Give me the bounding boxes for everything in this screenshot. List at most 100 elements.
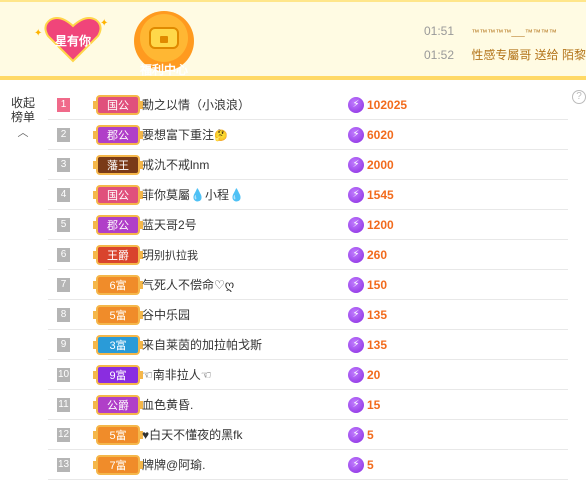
user-name[interactable]: 谷中乐园 <box>142 300 190 330</box>
user-name[interactable]: 菲你莫屬💧小程💧 <box>142 180 244 210</box>
star-badge[interactable]: 星有你 ✦ ✦ <box>34 14 108 64</box>
ranking-row[interactable]: 10 9富 ☜南非拉人☜ ⚡ 20 <box>48 360 568 390</box>
ranking-label: 榜单 <box>10 110 35 124</box>
lightning-icon: ⚡ <box>348 427 364 443</box>
ranking-row[interactable]: 7 6富 气死人不偿命♡ღ ⚡ 150 <box>48 270 568 300</box>
ranking-row[interactable]: 2 郡公 要想富下重注🤔 ⚡ 6020 <box>48 120 568 150</box>
lightning-icon: ⚡ <box>348 307 364 323</box>
rank-number: 13 <box>57 458 70 472</box>
lightning-icon: ⚡ <box>348 217 364 233</box>
user-name[interactable]: 血色黄昏. <box>142 390 193 420</box>
rank-number: 4 <box>57 188 70 202</box>
contribution-score: 15 <box>367 398 381 412</box>
message-time: 01:51 <box>424 24 455 38</box>
collapse-ranking-button[interactable]: 收起 榜单 ︿ <box>10 96 36 140</box>
user-name-text: ☜南非拉人☜ <box>142 368 212 382</box>
star-badge-label: 星有你 <box>54 34 91 48</box>
contribution-score: 5 <box>367 458 374 472</box>
ranking-row[interactable]: 12 5富 ♥白天不懂夜的黑fk ⚡ 5 <box>48 420 568 450</box>
user-name-text: 玥 <box>142 248 155 262</box>
help-icon[interactable]: ? <box>572 90 586 104</box>
lightning-icon: ⚡ <box>348 127 364 143</box>
rank-number: 5 <box>57 218 70 232</box>
noble-title-badge: 5富 <box>93 425 143 445</box>
noble-title-badge: 公爵 <box>93 395 143 415</box>
ranking-list: 1 国公 勳之以情（小浪浪） ⚡ 102025 2 郡公 要想富下重注🤔 ⚡ 6020 3 藩王 戒氿不… <box>48 90 568 480</box>
rank-number: 10 <box>57 368 70 382</box>
ranking-row[interactable]: 4 国公 菲你莫屬💧小程💧 ⚡ 1545 <box>48 180 568 210</box>
rank-number: 6 <box>57 248 70 262</box>
noble-title-badge: 9富 <box>93 365 143 385</box>
user-name-text: 要想富下重注 <box>142 128 215 142</box>
noble-title-badge: 7富 <box>93 455 143 475</box>
welfare-label: 福利中心 <box>139 63 188 77</box>
user-name-text: 谷中乐园 <box>142 308 191 322</box>
user-name[interactable]: ♥白天不懂夜的黑fk <box>142 420 242 450</box>
noble-title-badge: 国公 <box>93 95 143 115</box>
rank-number: 9 <box>57 338 70 352</box>
top-banner: 星有你 ✦ ✦ 福利中心 01:51 ™™™™™___™™™™ 01:52 性感… <box>0 0 586 80</box>
user-name[interactable]: 玥别扒拉我 <box>142 240 198 271</box>
sparkle-icon: ✦ <box>34 28 43 39</box>
contribution-score: 102025 <box>367 98 408 112</box>
user-name-text: 来自莱茵的加拉帕戈斯 <box>142 338 263 352</box>
rank-number: 8 <box>57 308 70 322</box>
ranking-row[interactable]: 3 藩王 戒氿不戒lnm ⚡ 2000 <box>48 150 568 180</box>
user-name[interactable]: 要想富下重注🤔 <box>142 120 228 151</box>
user-name-text: ♥白天不懂夜的黑fk <box>142 428 243 442</box>
noble-title-badge: 6富 <box>93 275 143 295</box>
user-name[interactable]: 牌牌@阿瑜. <box>142 450 206 480</box>
user-name[interactable]: 蓝天哥2号 <box>142 210 197 240</box>
user-name[interactable]: 来自莱茵的加拉帕戈斯 <box>142 330 262 360</box>
ranking-row[interactable]: 13 7富 牌牌@阿瑜. ⚡ 5 <box>48 450 568 480</box>
rank-number: 3 <box>57 158 70 172</box>
user-name-text: 菲你莫屬💧小程💧 <box>142 188 244 202</box>
broadcast-message: 01:51 ™™™™™___™™™™ <box>424 24 557 38</box>
sparkle-icon: ✦ <box>100 18 109 29</box>
lightning-icon: ⚡ <box>348 97 364 113</box>
contribution-score: 20 <box>367 368 381 382</box>
contribution-score: 135 <box>367 308 388 322</box>
noble-title-badge: 5富 <box>93 305 143 325</box>
ranking-row[interactable]: 5 郡公 蓝天哥2号 ⚡ 1200 <box>48 210 568 240</box>
lightning-icon: ⚡ <box>348 337 364 353</box>
ranking-row[interactable]: 11 公爵 血色黄昏. ⚡ 15 <box>48 390 568 420</box>
lightning-icon: ⚡ <box>348 397 364 413</box>
user-name-text: 血色黄昏. <box>142 398 194 412</box>
user-name[interactable]: 气死人不偿命♡ღ <box>142 270 234 300</box>
contribution-score: 5 <box>367 428 374 442</box>
lightning-icon: ⚡ <box>348 277 364 293</box>
chevron-up-icon: ︿ <box>17 127 29 139</box>
ranking-row[interactable]: 1 国公 勳之以情（小浪浪） ⚡ 102025 <box>48 90 568 120</box>
contribution-score: 260 <box>367 248 388 262</box>
user-name[interactable]: 戒氿不戒lnm <box>142 150 209 180</box>
ranking-row[interactable]: 8 5富 谷中乐园 ⚡ 135 <box>48 300 568 330</box>
user-name-text: 戒氿不戒lnm <box>142 158 210 172</box>
contribution-score: 2000 <box>367 158 394 172</box>
user-name-text: 气死人不偿命♡ღ <box>142 278 235 292</box>
user-name[interactable]: 勳之以情（小浪浪） <box>142 90 250 120</box>
rank-number: 2 <box>57 128 70 142</box>
message-time: 01:52 <box>424 48 455 62</box>
noble-title-badge: 国公 <box>93 185 143 205</box>
welfare-center[interactable]: 福利中心 <box>133 10 195 76</box>
rank-number: 11 <box>57 398 70 412</box>
lightning-icon: ⚡ <box>348 457 364 473</box>
contribution-score: 6020 <box>367 128 394 142</box>
noble-title-badge: 3富 <box>93 335 143 355</box>
lightning-icon: ⚡ <box>348 367 364 383</box>
user-name-text: 蓝天哥2号 <box>142 218 197 232</box>
user-name[interactable]: ☜南非拉人☜ <box>142 360 212 390</box>
rank-number: 12 <box>57 428 70 442</box>
ranking-row[interactable]: 9 3富 来自莱茵的加拉帕戈斯 ⚡ 135 <box>48 330 568 360</box>
user-name-suffix: 别扒拉我 <box>154 250 199 262</box>
contribution-score: 135 <box>367 338 388 352</box>
lightning-icon: ⚡ <box>348 157 364 173</box>
noble-title-badge: 郡公 <box>93 125 143 145</box>
broadcast-message: 01:52 性感专屬哥 送给 陌黎娇 <box>424 46 586 63</box>
noble-title-badge: 郡公 <box>93 215 143 235</box>
message-text: ™™™™™___™™™™ <box>471 28 557 37</box>
user-name-suffix: 🤔 <box>214 130 228 142</box>
ranking-row[interactable]: 6 王爵 玥别扒拉我 ⚡ 260 <box>48 240 568 270</box>
user-name-text: 勳之以情（小浪浪） <box>142 98 251 112</box>
